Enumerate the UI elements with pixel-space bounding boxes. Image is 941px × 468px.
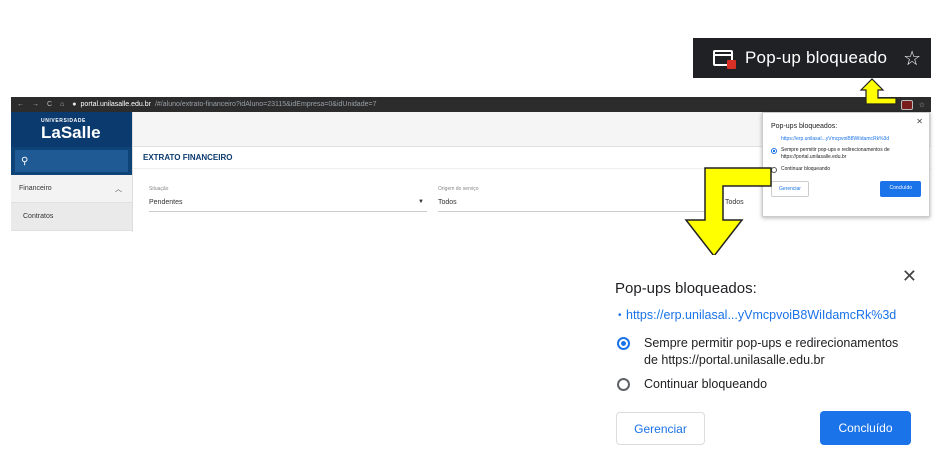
radio-block[interactable]: Continuar bloqueando bbox=[771, 166, 921, 173]
home-icon[interactable]: ⌂ bbox=[60, 101, 64, 108]
bullet-icon: • bbox=[618, 310, 622, 321]
radio-unselected-icon bbox=[771, 167, 777, 173]
reload-icon[interactable]: C bbox=[47, 101, 52, 108]
logo-name: LaSalle bbox=[41, 123, 101, 142]
url-host: portal.unilasalle.edu.br bbox=[80, 101, 151, 108]
popup-dialog-zoomed: ✕ Pop-ups bloqueados: • https://erp.unil… bbox=[598, 255, 934, 460]
lock-icon: ● bbox=[72, 101, 77, 108]
manage-button[interactable]: Gerenciar bbox=[771, 181, 809, 197]
logo[interactable]: UNIVERSIDADE LaSalle bbox=[11, 112, 132, 147]
filter-label-origem: Origem do serviço bbox=[438, 186, 479, 192]
done-button[interactable]: Concluído bbox=[820, 411, 911, 445]
sidebar-item-label: Financeiro bbox=[19, 185, 52, 192]
filter-third-select[interactable]: Todos bbox=[725, 199, 744, 206]
search-icon: ⚲ bbox=[21, 155, 29, 167]
popup-title: Pop-ups bloqueados: bbox=[771, 123, 838, 130]
url-path: /#/aluno/extrato-financeiro?idAluno=2311… bbox=[154, 101, 377, 108]
popup-blocked-icon bbox=[713, 50, 736, 69]
sidebar-item-contratos[interactable]: Contratos bbox=[11, 203, 132, 231]
chevron-up-icon: ︿ bbox=[115, 185, 122, 193]
star-icon[interactable]: ☆ bbox=[919, 101, 925, 109]
dialog-title: Pop-ups bloqueados: bbox=[615, 280, 757, 297]
radio-allow-label: Sempre permitir pop-ups e redirecionamen… bbox=[781, 147, 890, 160]
close-icon[interactable]: ✕ bbox=[916, 117, 923, 126]
sidebar: UNIVERSIDADE LaSalle ⚲ Financeiro ︿ Cont… bbox=[11, 112, 132, 232]
close-icon[interactable]: ✕ bbox=[902, 266, 917, 287]
radio-allow-line1: Sempre permitir pop-ups e redirecionamen… bbox=[644, 336, 899, 350]
filter-underline bbox=[438, 211, 708, 212]
forward-icon[interactable]: → bbox=[32, 101, 39, 108]
chip-label: Pop-up bloqueado bbox=[745, 48, 888, 67]
done-button[interactable]: Concluído bbox=[880, 181, 921, 197]
browser-toolbar: ← → C ⌂ ● portal.unilasalle.edu.br/#/alu… bbox=[11, 97, 931, 112]
caret-down-icon: ▼ bbox=[418, 199, 424, 205]
back-icon[interactable]: ← bbox=[17, 101, 24, 108]
sidebar-item-financeiro[interactable]: Financeiro ︿ bbox=[11, 175, 132, 203]
blocked-popup-link[interactable]: https://erp.unilasal...yVmcpvoiB8WiIdamc… bbox=[626, 308, 896, 322]
radio-block-label: Continuar bloqueando bbox=[781, 166, 831, 172]
radio-allow[interactable]: Sempre permitir pop-ups e redirecionamen… bbox=[617, 335, 898, 369]
search-input[interactable]: ⚲ bbox=[15, 150, 128, 172]
radio-block-label: Continuar bloqueando bbox=[644, 377, 768, 391]
popup-blocked-icon[interactable] bbox=[900, 99, 913, 110]
radio-allow[interactable]: Sempre permitir pop-ups e redirecionamen… bbox=[771, 147, 921, 161]
filter-origem-select[interactable]: Todos bbox=[438, 199, 457, 206]
radio-block[interactable]: Continuar bloqueando bbox=[617, 376, 767, 393]
sidebar-search: ⚲ bbox=[11, 147, 132, 175]
popup-blocked-chip[interactable]: Pop-up bloqueado ☆ bbox=[693, 38, 931, 78]
radio-unselected-icon bbox=[617, 378, 630, 391]
star-icon[interactable]: ☆ bbox=[903, 46, 921, 71]
filter-situacao-select[interactable]: Pendentes bbox=[149, 199, 182, 206]
radio-selected-icon bbox=[617, 337, 630, 350]
radio-allow-label: Sempre permitir pop-ups e redirecionamen… bbox=[644, 335, 898, 369]
sidebar-item-label: Contratos bbox=[23, 213, 54, 220]
radio-selected-icon bbox=[771, 148, 777, 154]
manage-button[interactable]: Gerenciar bbox=[616, 412, 705, 445]
filter-label-situacao: Situação bbox=[149, 186, 169, 192]
blocked-popup-link[interactable]: https://erp.unilasal...yVmcpvoiB8WiIdamc… bbox=[771, 136, 921, 142]
filter-underline bbox=[149, 211, 427, 212]
address-bar[interactable]: ● portal.unilasalle.edu.br/#/aluno/extra… bbox=[72, 101, 376, 108]
radio-allow-line2: de https://portal.unilasalle.edu.br bbox=[644, 353, 825, 367]
popup-bubble-small: ✕ Pop-ups bloqueados: https://erp.unilas… bbox=[762, 112, 930, 217]
